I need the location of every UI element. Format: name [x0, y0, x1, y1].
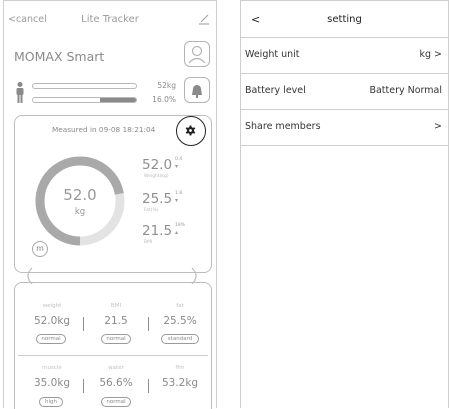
- setting-chevron: >: [434, 121, 442, 132]
- status-badge: high: [39, 397, 63, 407]
- header-bar: < setting: [241, 1, 448, 38]
- status-badge: normal: [101, 334, 131, 344]
- mi-logo-icon[interactable]: m: [32, 241, 48, 257]
- gauge-value: 52.0: [63, 186, 97, 204]
- stat-label: BMI: [110, 303, 122, 309]
- stat-label: ffm: [175, 365, 185, 371]
- gauge-unit: kg: [74, 207, 86, 217]
- arrow-down-icon: ▾: [175, 197, 179, 204]
- arrow-up-icon: ▴: [175, 229, 179, 236]
- metric-label: Weight(kg): [144, 174, 169, 179]
- header-bar: <cancel Lite Tracker: [4, 1, 216, 37]
- stat-value: 21.5: [104, 315, 128, 327]
- settings-screen: < setting Weight unit kg > Battery level…: [240, 0, 449, 408]
- device-name: MOMAX Smart: [14, 49, 105, 64]
- setting-label: Share members: [245, 121, 321, 132]
- stat-value: 25.5%: [163, 315, 197, 327]
- metric-change: 18%: [175, 223, 186, 228]
- stat-label: fat: [176, 303, 184, 309]
- stat-label: water: [108, 365, 124, 371]
- weight-bar: [32, 83, 137, 89]
- metric-change: 0.4: [175, 157, 183, 162]
- metric-value: 52.0: [142, 157, 173, 173]
- scale-button[interactable]: [184, 77, 210, 103]
- person-icon: [16, 82, 24, 103]
- arrow-down-icon: ▾: [175, 163, 179, 170]
- status-badge: normal: [101, 397, 131, 407]
- scale-icon: [192, 85, 202, 98]
- setting-label: Battery level: [245, 85, 306, 96]
- stat-value: 35.0kg: [33, 377, 71, 389]
- fat-bar-value: 16.0%: [152, 95, 176, 104]
- metric-label: BMI: [144, 240, 153, 245]
- fat-bar-fill: [99, 98, 136, 102]
- setting-row-battery-level[interactable]: Battery level Battery Normal: [241, 73, 448, 110]
- avatar-icon[interactable]: [184, 41, 210, 67]
- gear-icon: [185, 125, 196, 136]
- stat-separator: [83, 379, 84, 393]
- setting-row-weight-unit[interactable]: Weight unit kg >: [241, 37, 448, 74]
- fat-bar: [32, 97, 137, 103]
- body-stats-card: [14, 282, 212, 409]
- stat-label: muscle: [42, 365, 62, 371]
- setting-value: Battery Normal: [369, 85, 442, 96]
- status-badge: standard: [161, 334, 199, 344]
- edit-icon[interactable]: [198, 13, 210, 25]
- lite-tracker-screen: <cancel Lite Tracker MOMAX Smart 52kg 16…: [3, 0, 217, 409]
- metric-label: Fat(%): [144, 208, 159, 213]
- stat-label: weight: [42, 303, 62, 309]
- page-title: Lite Tracker: [81, 14, 139, 25]
- metric-value: 25.5: [142, 191, 173, 207]
- setting-value: kg >: [419, 49, 442, 60]
- stat-separator: [148, 379, 149, 393]
- metric-value: 21.5: [142, 223, 173, 239]
- stat-separator: [148, 317, 149, 331]
- stat-value: 53.2kg: [161, 377, 199, 389]
- stat-value: 52.0kg: [33, 315, 71, 327]
- settings-button[interactable]: [176, 116, 206, 146]
- weight-bar-value: 52kg: [157, 81, 176, 90]
- measured-time: Measured in 09-08 18:21:04: [52, 125, 156, 134]
- status-badge: normal: [36, 334, 66, 344]
- stat-value: 56.6%: [99, 377, 133, 389]
- setting-row-share-members[interactable]: Share members >: [241, 109, 448, 146]
- metric-change: 1.8: [175, 191, 183, 196]
- stat-separator: [83, 317, 84, 331]
- page-title: setting: [327, 14, 362, 25]
- setting-label: Weight unit: [245, 49, 300, 60]
- stats-divider: [18, 355, 208, 356]
